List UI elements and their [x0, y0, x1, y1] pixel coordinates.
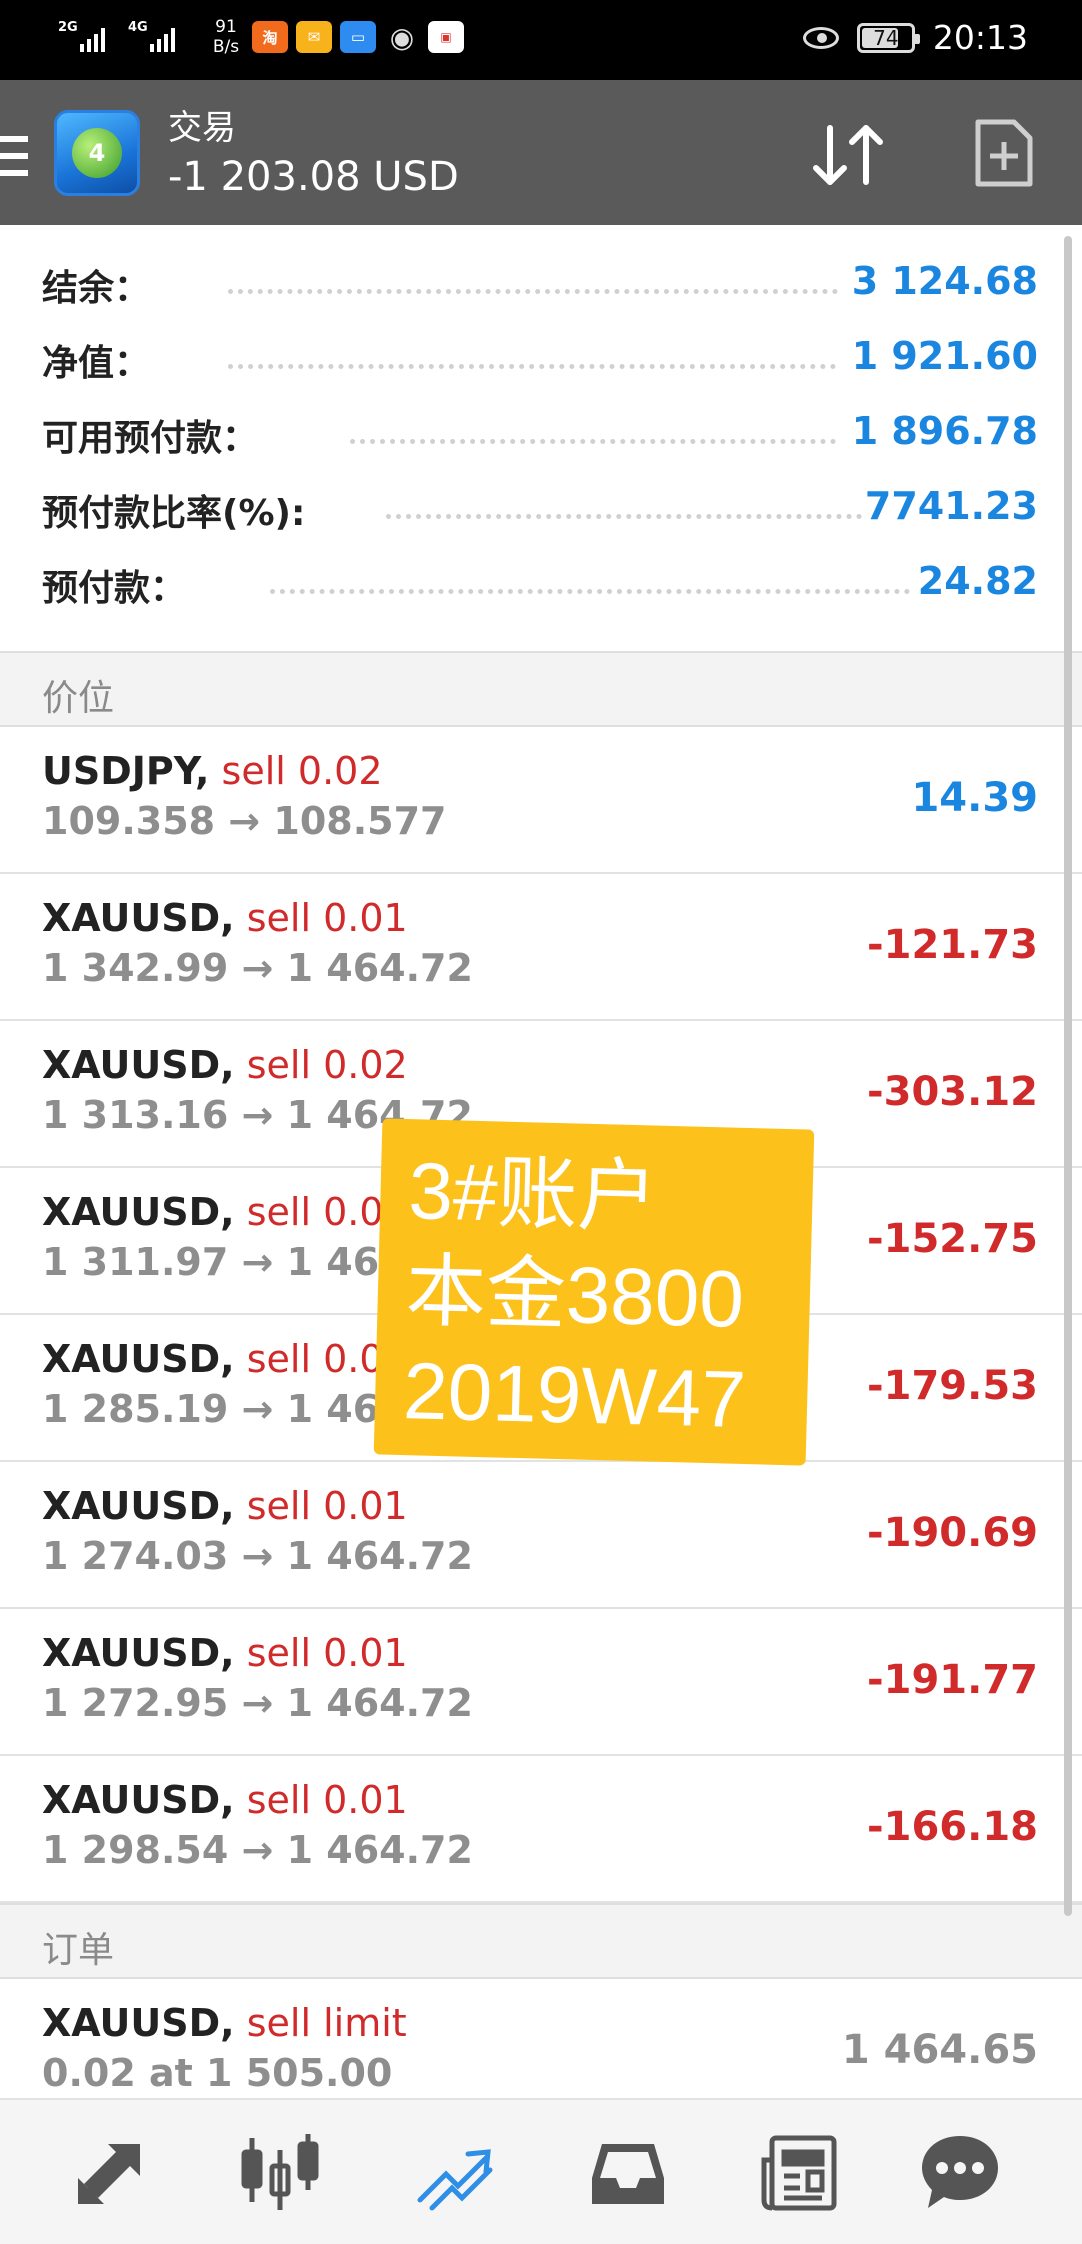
clock: 20:13: [932, 18, 1028, 57]
metatrader-logo-icon[interactable]: 4: [54, 110, 140, 196]
new-order-icon[interactable]: [974, 118, 1034, 188]
battery-icon: 74: [856, 22, 920, 53]
position-profit: -152.75: [867, 1216, 1038, 1262]
status-right: 74 20:13: [802, 18, 1028, 57]
position-prices: 1 272.95 → 1 464.72: [42, 1681, 473, 1725]
menu-icon[interactable]: [0, 136, 28, 176]
chart-icon[interactable]: [238, 2130, 322, 2214]
summary-value: 7741.23: [864, 484, 1038, 528]
sort-icon[interactable]: [808, 120, 888, 190]
network-speed: 91 B/s: [208, 17, 244, 57]
position-side: sell 0.01: [246, 1631, 408, 1675]
position-symbol: XAUUSD,: [42, 1484, 235, 1528]
position-row[interactable]: XAUUSD, sell 0.01 1 272.95 → 1 464.72 -1…: [0, 1609, 1082, 1756]
taobao-notification-icon: 淘: [252, 21, 288, 53]
account-profit: -1 203.08 USD: [168, 154, 459, 200]
position-side: sell 0.01: [246, 1484, 408, 1528]
summary-value: 24.82: [917, 559, 1038, 603]
quotes-icon[interactable]: [68, 2130, 152, 2214]
status-bar: 2G 4G 91 B/s 淘 ✉ ▭ ◉ ▣ 74 20:13: [0, 0, 1082, 80]
battery-level: 74: [873, 25, 899, 50]
eye-comfort-icon: [802, 26, 839, 49]
position-side: sell 0.02: [246, 1043, 408, 1087]
order-symbol: XAUUSD,: [42, 2001, 235, 2045]
bottom-navigation: [0, 2098, 1082, 2244]
status-left: 2G 4G 91 B/s 淘 ✉ ▭ ◉ ▣: [58, 14, 464, 60]
watermark-line: 2019W47: [402, 1346, 747, 1444]
sim2-network-type: 4G: [128, 20, 148, 35]
watermark-line: 本金3800: [404, 1246, 745, 1344]
position-symbol: XAUUSD,: [42, 1631, 235, 1675]
summary-label: 可用预付款：: [42, 418, 259, 459]
position-profit: -190.69: [867, 1510, 1038, 1556]
summary-row-margin: 预付款： 24.82: [0, 545, 1082, 620]
order-row[interactable]: XAUUSD, sell limit 0.02 at 1 505.00 1 46…: [0, 1979, 1082, 2099]
network-speed-unit: B/s: [212, 37, 240, 57]
media-notification-icon: ◉: [389, 20, 415, 54]
order-price: 1 464.65: [841, 2027, 1038, 2073]
position-symbol: XAUUSD,: [42, 1190, 235, 1234]
position-row[interactable]: USDJPY, sell 0.02 109.358 → 108.577 14.3…: [0, 727, 1082, 874]
section-title: 订单: [42, 1930, 115, 1971]
watermark-line: 3#账户: [407, 1146, 659, 1242]
position-side: sell 0.02: [221, 749, 383, 793]
position-profit: -121.73: [867, 922, 1038, 968]
mail-notification-icon: ✉: [296, 21, 332, 53]
history-icon[interactable]: [586, 2130, 670, 2214]
position-symbol: XAUUSD,: [42, 1778, 235, 1822]
position-prices: 1 274.03 → 1 464.72: [42, 1534, 473, 1578]
position-side: sell 0.01: [246, 896, 408, 940]
position-profit: 14.39: [911, 775, 1038, 821]
summary-label: 预付款：: [42, 568, 187, 609]
position-symbol: XAUUSD,: [42, 1043, 235, 1087]
scrollbar[interactable]: [1064, 236, 1072, 1916]
signal-sim1-icon: 2G: [58, 14, 120, 60]
section-title: 价位: [42, 678, 115, 719]
sim1-network-type: 2G: [58, 20, 78, 35]
order-detail: 0.02 at 1 505.00: [42, 2051, 393, 2095]
news-icon[interactable]: [758, 2130, 842, 2214]
summary-label: 预付款比率(%):: [42, 493, 306, 534]
summary-value: 3 124.68: [851, 259, 1038, 303]
summary-label: 结余：: [42, 268, 151, 309]
orders-section-header: 订单: [0, 1903, 1082, 1979]
summary-row-free-margin: 可用预付款： 1 896.78: [0, 395, 1082, 470]
account-watermark-sticker: 3#账户 本金3800 2019W47: [373, 1118, 815, 1466]
position-prices: 1 342.99 → 1 464.72: [42, 946, 473, 990]
position-profit: -166.18: [867, 1804, 1038, 1850]
summary-row-balance: 结余： 3 124.68: [0, 245, 1082, 320]
summary-row-equity: 净值： 1 921.60: [0, 320, 1082, 395]
summary-label: 净值：: [42, 343, 151, 384]
page-title: 交易: [168, 108, 236, 148]
position-prices: 109.358 → 108.577: [42, 799, 447, 843]
trade-icon[interactable]: [412, 2130, 496, 2214]
app-header: 4 交易 -1 203.08 USD: [0, 80, 1082, 225]
position-side: sell 0.01: [246, 1778, 408, 1822]
summary-row-margin-level: 预付款比率(%): 7741.23: [0, 470, 1082, 545]
wallet-notification-icon: ▭: [340, 21, 376, 53]
network-speed-value: 91: [215, 17, 237, 37]
position-prices: 1 298.54 → 1 464.72: [42, 1828, 473, 1872]
position-row[interactable]: XAUUSD, sell 0.01 1 342.99 → 1 464.72 -1…: [0, 874, 1082, 1021]
app-notification-icon: ▣: [428, 21, 464, 53]
position-profit: -191.77: [867, 1657, 1038, 1703]
signal-sim2-icon: 4G: [128, 14, 190, 60]
order-side: sell limit: [246, 2001, 407, 2045]
summary-value: 1 921.60: [851, 334, 1038, 378]
messages-icon[interactable]: [918, 2130, 1002, 2214]
position-row[interactable]: XAUUSD, sell 0.01 1 274.03 → 1 464.72 -1…: [0, 1462, 1082, 1609]
position-symbol: XAUUSD,: [42, 896, 235, 940]
position-symbol: USDJPY,: [42, 749, 210, 793]
position-row[interactable]: XAUUSD, sell 0.01 1 298.54 → 1 464.72 -1…: [0, 1756, 1082, 1903]
position-profit: -179.53: [867, 1363, 1038, 1409]
account-summary: 结余： 3 124.68 净值： 1 921.60 可用预付款： 1 896.7…: [0, 225, 1082, 653]
position-symbol: XAUUSD,: [42, 1337, 235, 1381]
summary-value: 1 896.78: [851, 409, 1038, 453]
position-profit: -303.12: [867, 1069, 1038, 1115]
positions-section-header: 价位: [0, 651, 1082, 727]
